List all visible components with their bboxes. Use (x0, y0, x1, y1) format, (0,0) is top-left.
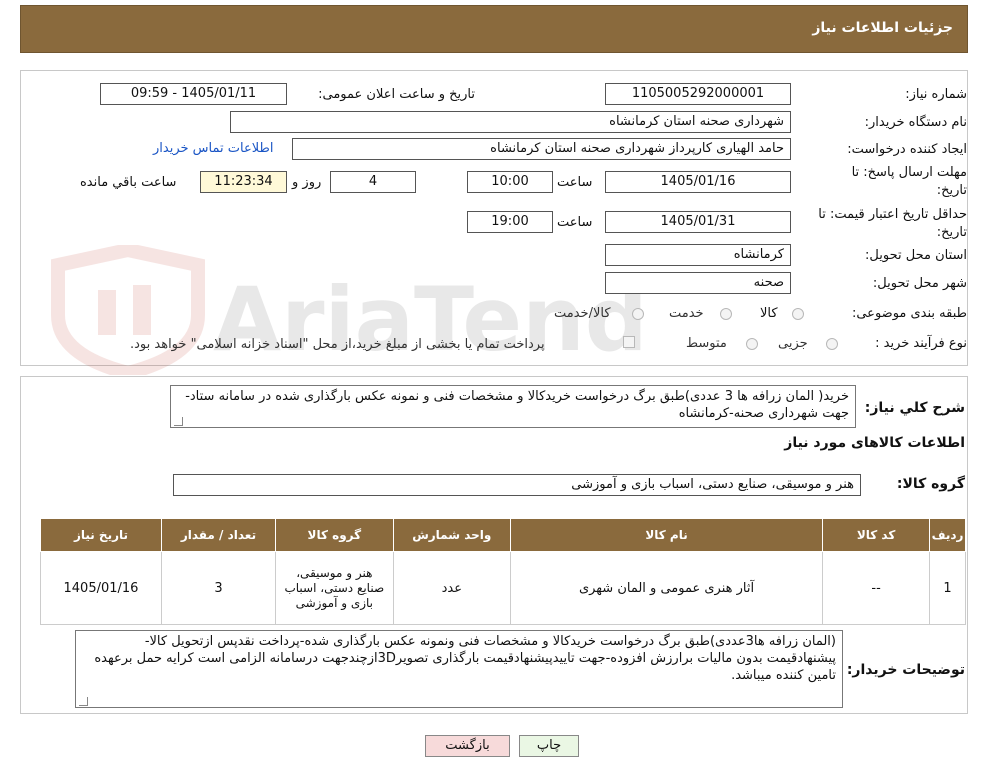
process-label: نوع فرآیند خرید : (875, 336, 967, 351)
cell-quantity: 3 (160, 551, 277, 625)
validity-date-field: 1405/01/31 (605, 211, 791, 233)
buyer-org-field: شهرداری صحنه استان کرمانشاه (230, 111, 791, 133)
col-item-name: نام کالا (509, 518, 824, 552)
items-table-header: ردیف کد کالا نام کالا واحد شمارش گروه کا… (40, 518, 966, 552)
validity-time-label: ساعت (557, 215, 593, 230)
buyer-contact-link[interactable]: اطلاعات تماس خریدار (153, 141, 273, 156)
goods-group-label: گروه کالا: (896, 476, 965, 492)
col-quantity: تعداد / مقدار (160, 518, 277, 552)
buyer-notes-label: توضیحات خریدار: (846, 662, 965, 678)
days-field: 4 (330, 171, 416, 193)
cell-row-number: 1 (929, 551, 966, 625)
col-need-date: تاریخ نیاز (40, 518, 162, 552)
cell-unit: عدد (392, 551, 511, 625)
cell-item-name: آثار هنری عمومی و المان شهری (509, 551, 824, 625)
treasury-payment-checkbox[interactable] (623, 336, 635, 348)
city-field: صحنه (605, 272, 791, 294)
back-button[interactable]: بازگشت (425, 735, 510, 757)
category-radio-service[interactable] (720, 308, 732, 320)
deadline-date-field: 1405/01/16 (605, 171, 791, 193)
creator-field: حامد الهیاری کارپرداز شهرداری صحنه استان… (292, 138, 791, 160)
creator-label: ایجاد کننده درخواست: (847, 142, 967, 157)
city-label: شهر محل تحویل: (872, 276, 967, 291)
category-radio-goods-service[interactable] (632, 308, 644, 320)
days-label: روز و (292, 175, 322, 190)
print-button[interactable]: چاپ (519, 735, 579, 757)
validity-label: حداقل تاریخ اعتبار قیمت: تا تاریخ: (818, 207, 967, 240)
col-row-number: ردیف (929, 518, 966, 552)
category-label: طبقه بندی موضوعی: (851, 306, 967, 321)
process-option-minor: جزیی (778, 336, 808, 351)
treasury-payment-note: پرداخت تمام یا بخشی از مبلغ خرید،از محل … (130, 337, 545, 352)
deadline-time-field: 10:00 (467, 171, 553, 193)
need-number-field: 1105005292000001 (605, 83, 791, 105)
category-option-goods-service: کالا/خدمت (554, 306, 611, 321)
description-label: شرح کلي نیاز: (864, 400, 965, 416)
category-option-goods: کالا (760, 306, 778, 321)
category-option-service: خدمت (669, 306, 704, 321)
buyer-org-label: نام دستگاه خریدار: (864, 115, 967, 130)
remaining-label: ساعت باقي مانده (80, 175, 177, 190)
announce-field: 1405/01/11 - 09:59 (100, 83, 287, 105)
province-field: کرمانشاه (605, 244, 791, 266)
col-unit: واحد شمارش (392, 518, 511, 552)
category-radio-goods[interactable] (792, 308, 804, 320)
process-option-medium: متوسط (686, 336, 727, 351)
buyer-notes-resize-grip-icon[interactable] (79, 697, 88, 706)
cell-need-date: 1405/01/16 (40, 551, 162, 625)
validity-time-field: 19:00 (467, 211, 553, 233)
col-item-group: گروه کالا (275, 518, 394, 552)
cell-item-code: -- (822, 551, 931, 625)
items-section-title: اطلاعات کالاهای مورد نیاز (784, 435, 965, 451)
description-textarea[interactable]: خرید( المان زرافه ها 3 عددی)طبق برگ درخو… (170, 385, 856, 428)
remaining-time-field: 11:23:34 (200, 171, 287, 193)
goods-group-field: هنر و موسیقی، صنایع دستی، اسباب بازی و آ… (173, 474, 861, 496)
col-item-code: کد کالا (822, 518, 931, 552)
page-title: جزئیات اطلاعات نیاز (812, 20, 953, 36)
process-radio-minor[interactable] (826, 338, 838, 350)
announce-label: تاریخ و ساعت اعلان عمومی: (318, 87, 475, 102)
deadline-label: مهلت ارسال پاسخ: تا تاریخ: (851, 165, 967, 198)
buyer-notes-textarea[interactable]: (المان زرافه ها3عددی)طبق برگ درخواست خری… (75, 630, 843, 708)
cell-item-group: هنر و موسیقی، صنایع دستی، اسباب بازی و آ… (275, 551, 394, 625)
deadline-time-label: ساعت (557, 175, 593, 190)
need-number-label: شماره نیاز: (905, 87, 967, 102)
page-header: جزئیات اطلاعات نیاز (20, 5, 968, 53)
province-label: استان محل تحویل: (865, 248, 967, 263)
description-resize-grip-icon[interactable] (174, 417, 183, 426)
process-radio-medium[interactable] (746, 338, 758, 350)
table-row: 1 -- آثار هنری عمومی و المان شهری عدد هن… (40, 551, 966, 625)
items-table: ردیف کد کالا نام کالا واحد شمارش گروه کا… (40, 518, 966, 625)
